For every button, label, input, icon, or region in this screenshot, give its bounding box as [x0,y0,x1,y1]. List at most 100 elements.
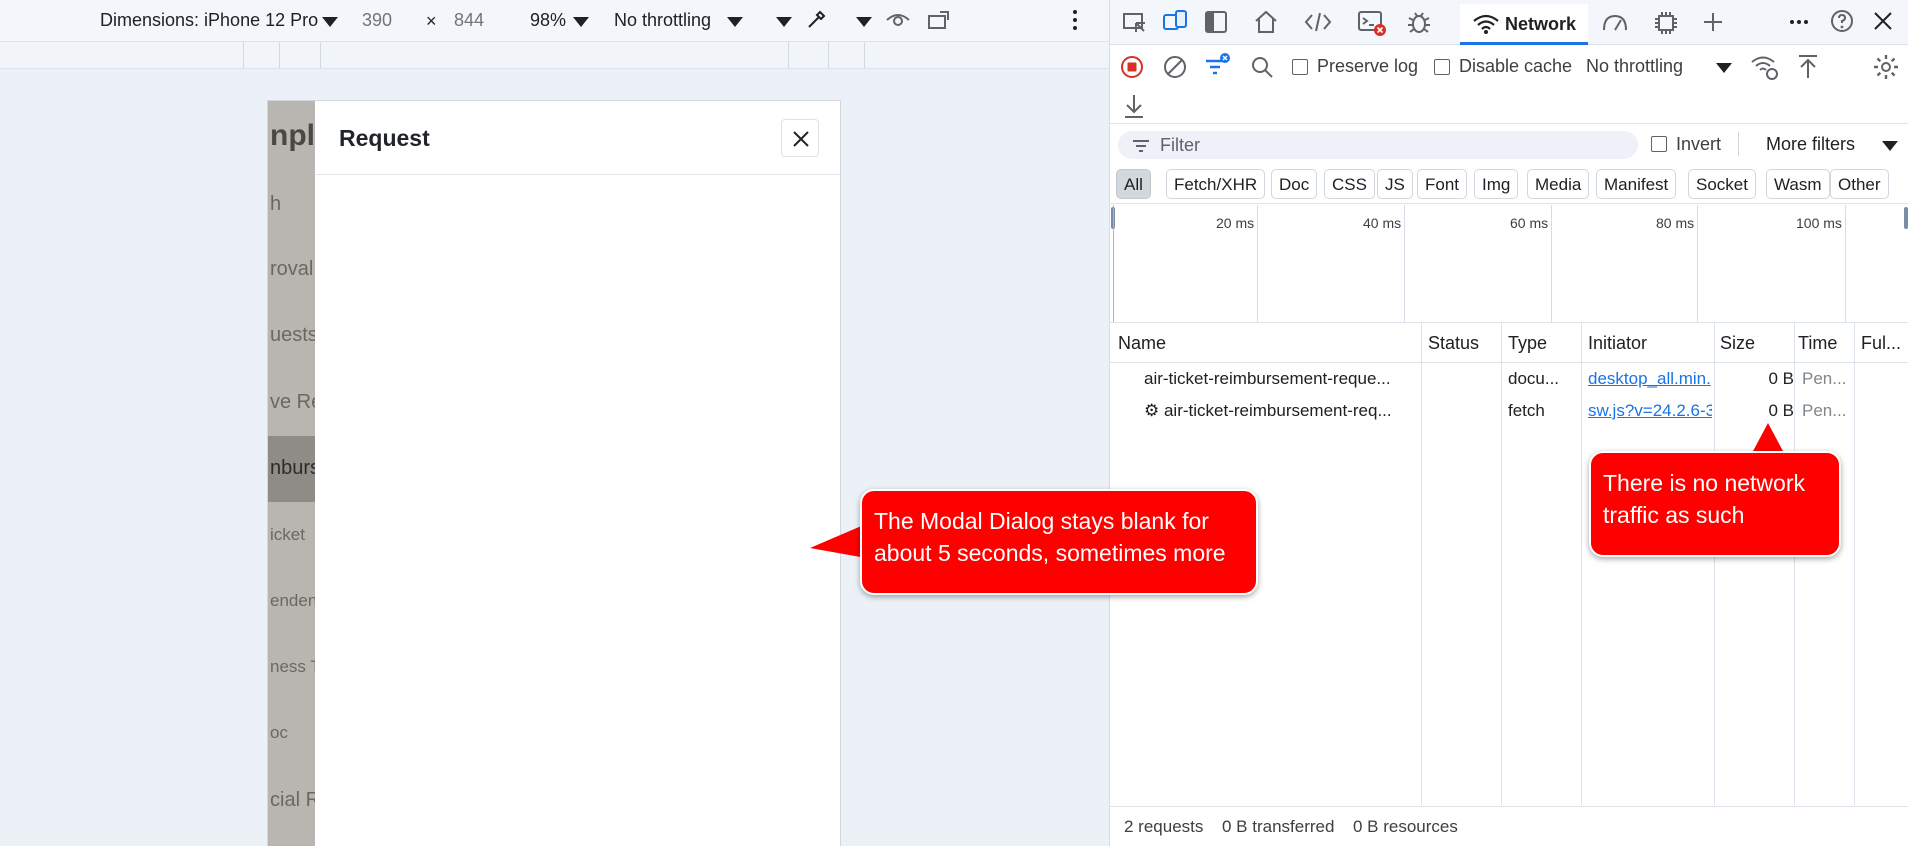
dimensions-dropdown-icon[interactable] [322,17,338,27]
timeline-label: 40 ms [1363,215,1402,231]
network-throttling-select[interactable]: No throttling [1586,56,1683,77]
preserve-log-checkbox[interactable] [1292,59,1308,75]
request-size: 0 B [1768,401,1794,420]
ruler-marker [320,42,321,68]
modal-close-button[interactable] [781,119,819,157]
network-throttling-dropdown-icon[interactable] [1716,63,1732,73]
type-filter-font[interactable]: Font [1417,169,1468,199]
column-fulfilled[interactable]: Ful... [1861,333,1901,354]
invert-checkbox[interactable] [1651,136,1667,152]
request-initiator-link[interactable]: desktop_all.min. [1588,369,1712,389]
more-tabs-plus-icon[interactable] [1701,10,1725,34]
network-conditions-icon[interactable] [1750,53,1780,81]
type-filter-socket[interactable]: Socket [1688,169,1756,199]
filter-toggle-icon[interactable] [1204,52,1232,78]
background-menu-item: ve Re [270,391,315,413]
ruler-marker [243,42,244,68]
request-name[interactable]: air-ticket-reimbursement-reque... [1144,369,1416,389]
more-filters-dropdown-icon[interactable] [1882,141,1898,151]
column-time[interactable]: Time [1798,333,1837,354]
type-filter-doc[interactable]: Doc [1271,169,1318,199]
type-filter-manifest[interactable]: Manifest [1596,169,1677,199]
close-devtools-icon[interactable] [1872,10,1894,32]
request-time: Pen... [1802,401,1847,420]
table-row[interactable]: ⚙ air-ticket-reimbursement-req... fetch … [1110,395,1908,427]
clear-log-icon[interactable] [1163,55,1187,79]
type-filter-media[interactable]: Media [1527,169,1590,199]
type-filter-js[interactable]: JS [1377,169,1413,199]
throttling-dropdown-icon[interactable] [727,17,743,27]
filter-funnel-icon [1133,140,1149,152]
eyedropper-icon[interactable] [804,6,830,32]
network-conditions-dropdown-icon[interactable] [776,17,792,27]
table-row[interactable]: air-ticket-reimbursement-reque... docu..… [1110,363,1908,395]
requests-table-header: Name Status Type Initiator Size Time Ful… [1110,323,1908,363]
disable-cache-checkbox[interactable] [1434,59,1450,75]
background-menu-item: oc [270,723,288,742]
device-toolbar-toggle-icon[interactable] [1162,9,1188,35]
emulated-viewport: nplo h roval uests ve Re nburs icket end… [267,100,841,846]
timeline-label: 20 ms [1216,215,1255,231]
request-name[interactable]: ⚙ air-ticket-reimbursement-req... [1144,401,1416,421]
resources-size: 0 B resources [1353,817,1458,836]
request-type: docu... [1508,369,1560,388]
preserve-log-label: Preserve log [1317,56,1419,76]
overview-gridline [1551,205,1552,322]
vision-deficiency-eye-icon[interactable] [885,8,911,32]
device-more-options-icon[interactable] [1070,8,1080,32]
zoom-select[interactable]: 98% [530,10,566,31]
type-filter-all[interactable]: All [1116,169,1151,199]
device-toolbar: Dimensions: iPhone 12 Pro 390 × 844 98% … [0,0,1109,41]
device-throttling-select[interactable]: No throttling [614,10,711,31]
column-name[interactable]: Name [1118,333,1166,354]
column-size[interactable]: Size [1720,333,1755,354]
overview-gridline [1697,205,1698,322]
background-menu-item: endent [270,591,315,610]
import-har-icon[interactable] [1796,53,1820,81]
dimmed-background-page: nplo h roval uests ve Re nburs icket end… [268,101,315,846]
device-width-input[interactable]: 390 [362,10,392,31]
console-tab-icon[interactable] [1357,9,1387,37]
sources-bug-icon[interactable] [1405,8,1433,36]
inspect-element-icon[interactable] [1122,11,1148,35]
media-query-ruler[interactable] [0,41,1109,69]
more-filters-button[interactable]: More filters [1766,134,1855,155]
sensors-dropdown-icon[interactable] [856,17,872,27]
callout-no-traffic: There is no network traffic as such [1589,451,1841,557]
request-type: fetch [1508,401,1545,420]
search-icon[interactable] [1250,55,1274,79]
network-settings-gear-icon[interactable] [1872,53,1900,81]
dock-side-icon[interactable] [1204,10,1228,34]
type-filter-css[interactable]: CSS [1324,169,1375,199]
more-tools-ellipsis-icon[interactable] [1788,10,1810,34]
elements-tab-icon[interactable] [1304,10,1332,34]
type-filter-img[interactable]: Img [1474,169,1519,199]
export-har-icon[interactable] [1122,92,1146,120]
type-filter-fetch-xhr[interactable]: Fetch/XHR [1166,169,1266,199]
background-logo: nplo [270,119,315,152]
overview-right-handle[interactable] [1904,207,1908,229]
zoom-dropdown-icon[interactable] [573,17,589,27]
column-type[interactable]: Type [1508,333,1547,354]
column-status[interactable]: Status [1428,333,1479,354]
device-height-input[interactable]: 844 [454,10,484,31]
memory-tab-icon[interactable] [1652,9,1680,37]
welcome-home-icon[interactable] [1253,9,1279,35]
requests-count: 2 requests [1124,817,1204,836]
help-icon[interactable] [1829,8,1855,34]
device-emulation-pane: Dimensions: iPhone 12 Pro 390 × 844 98% … [0,0,1109,846]
devtools-tabbar: Network [1110,0,1908,45]
request-initiator-link[interactable]: sw.js?v=24.2.6-3 [1588,401,1712,421]
tab-network[interactable]: Network [1460,4,1588,45]
network-timeline-overview[interactable]: 20 ms 40 ms 60 ms 80 ms 100 ms [1110,205,1908,323]
filter-input[interactable]: Filter [1118,131,1638,159]
transferred-size: 0 B transferred [1222,817,1335,836]
performance-tab-icon[interactable] [1600,10,1630,34]
column-initiator[interactable]: Initiator [1588,333,1647,354]
type-filter-other[interactable]: Other [1830,169,1889,199]
network-wifi-icon [1473,14,1499,34]
rotate-device-icon[interactable] [926,8,954,32]
device-dimensions-select[interactable]: Dimensions: iPhone 12 Pro [100,10,318,31]
type-filter-wasm[interactable]: Wasm [1766,169,1830,199]
stop-recording-icon[interactable] [1120,55,1144,79]
